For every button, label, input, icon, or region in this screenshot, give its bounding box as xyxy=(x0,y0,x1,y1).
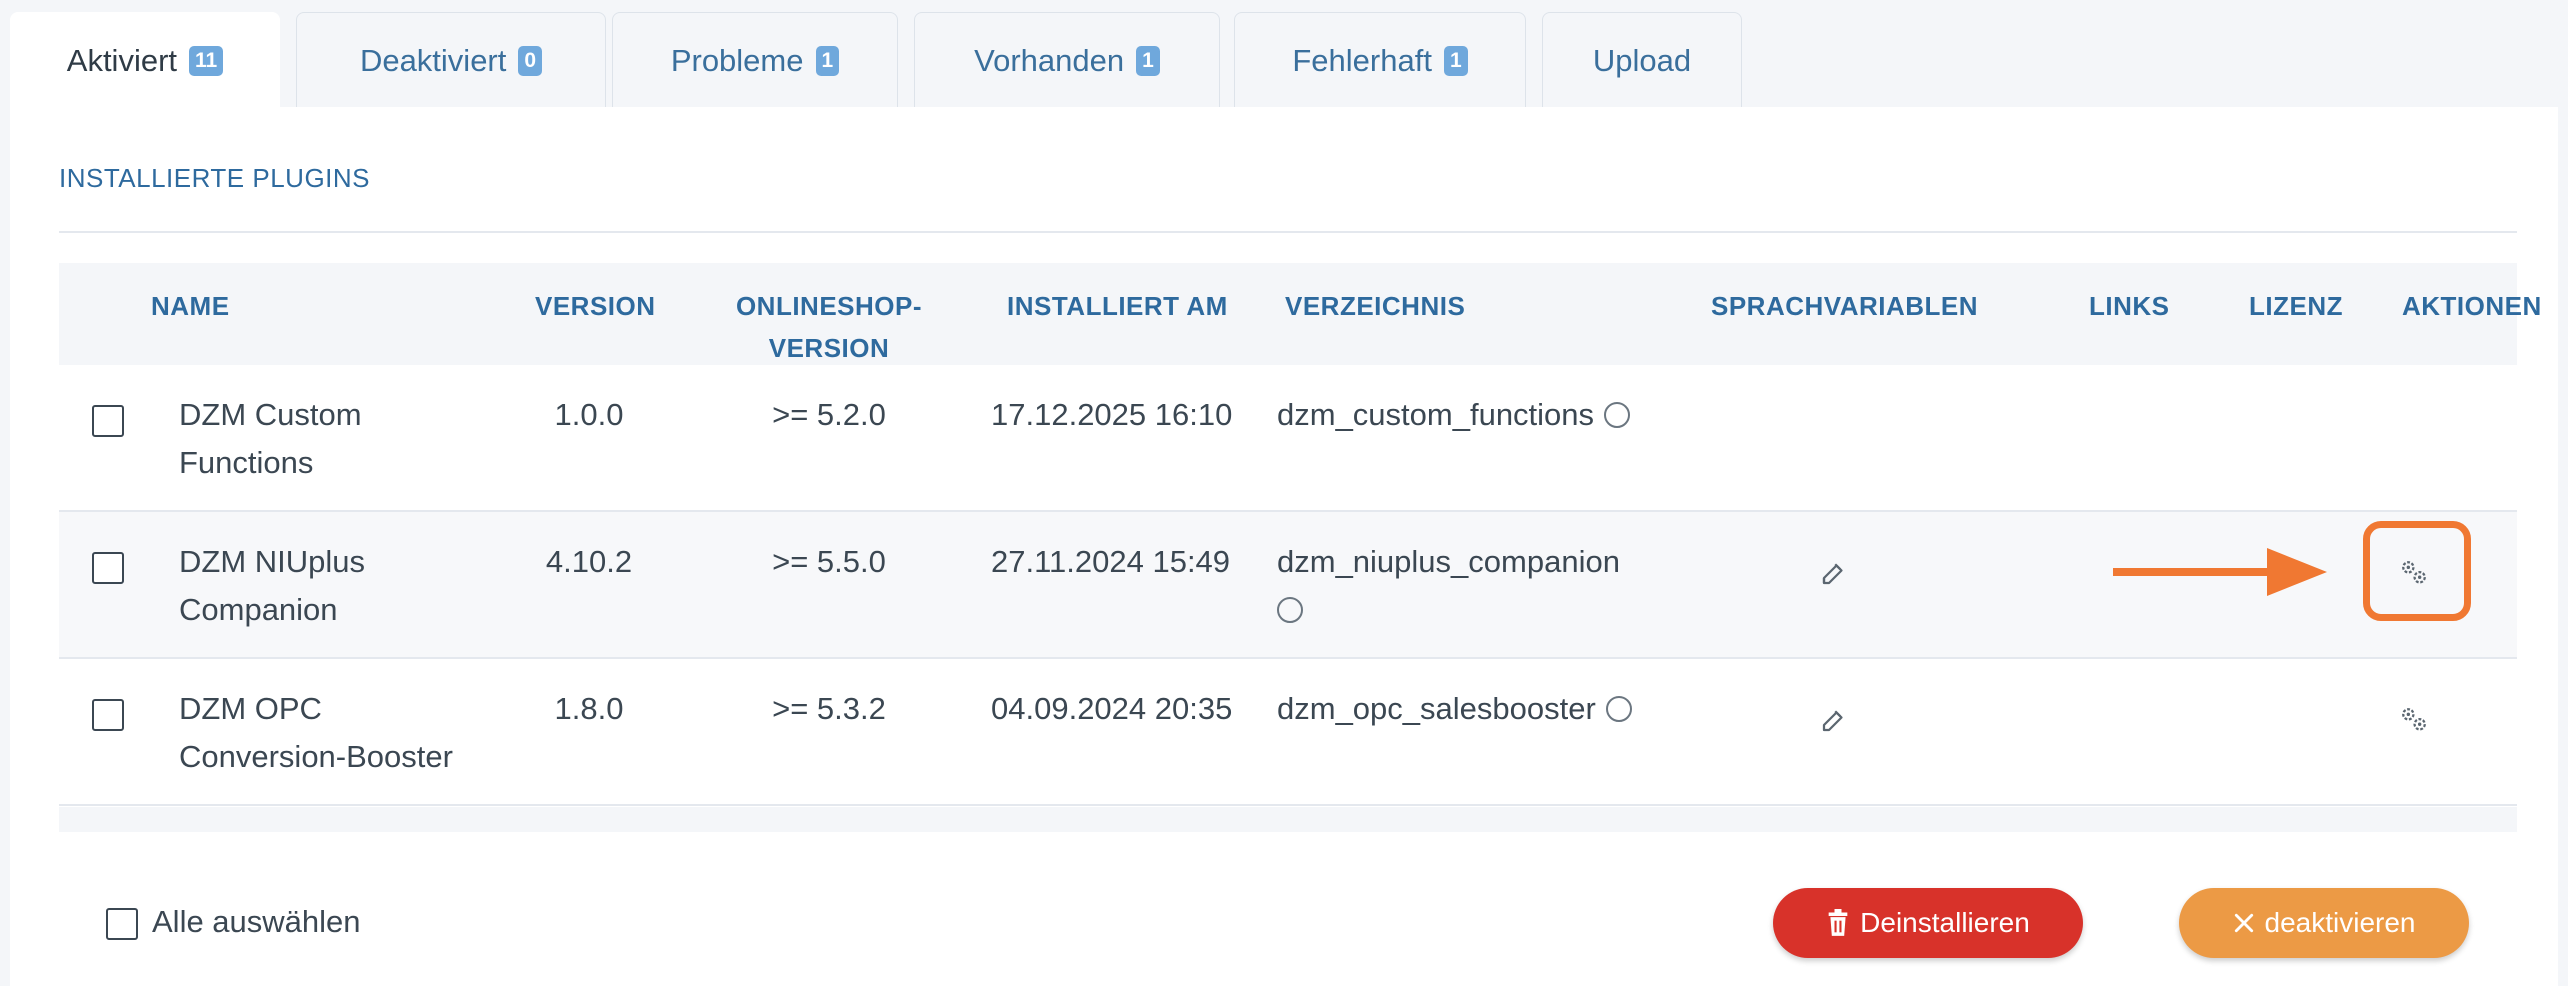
col-actions: AKTIONEN xyxy=(2402,291,2542,321)
plugin-version: 1.0.0 xyxy=(554,397,624,432)
count-badge: 1 xyxy=(1136,45,1160,76)
plugin-name: DZM OPC Conversion-Booster xyxy=(179,685,453,781)
plugin-directory: dzm_opc_salesbooster xyxy=(1277,685,1632,733)
installed-date: 27.11.2024 15:49 xyxy=(991,544,1231,579)
tab-label: Fehlerhaft xyxy=(1292,42,1432,78)
plugin-directory: dzm_niuplus_companion xyxy=(1277,538,1620,634)
count-badge: 0 xyxy=(518,45,543,76)
tab-label: Deaktiviert xyxy=(359,42,507,78)
plugin-name-line1: DZM OPC xyxy=(179,691,322,726)
plugin-version: 1.8.0 xyxy=(554,691,624,726)
plugin-name-line2: Conversion-Booster xyxy=(179,739,453,774)
col-directory: VERZEICHNIS xyxy=(1285,291,1466,321)
edit-icon[interactable] xyxy=(1819,705,1849,735)
col-license: LIZENZ xyxy=(2249,291,2343,321)
tab-probleme[interactable]: Probleme 1 xyxy=(612,12,898,108)
count-badge: 1 xyxy=(815,45,840,76)
count-badge: 11 xyxy=(189,45,224,76)
directory-text: dzm_opc_salesbooster xyxy=(1277,691,1596,726)
deactivate-button[interactable]: deaktivieren xyxy=(2179,888,2469,958)
col-shop-version-line2: VERSION xyxy=(768,333,890,363)
section-title: INSTALLIERTE PLUGINS xyxy=(59,163,371,193)
tab-label: Probleme xyxy=(670,42,804,78)
annotation-highlight-box xyxy=(2363,521,2471,621)
installed-date: 04.09.2024 20:35 xyxy=(991,691,1233,726)
count-badge: 1 xyxy=(1443,45,1468,76)
settings-gears-icon[interactable] xyxy=(2397,703,2431,737)
annotation-arrow xyxy=(2113,548,2327,596)
tab-fehlerhaft[interactable]: Fehlerhaft 1 xyxy=(1234,12,1526,108)
shop-version: >= 5.5.0 xyxy=(772,544,886,579)
tab-vorhanden[interactable]: Vorhanden 1 xyxy=(914,12,1220,108)
plugin-directory: dzm_custom_functions xyxy=(1277,391,1631,439)
select-all-checkbox[interactable] xyxy=(106,908,138,940)
table-row: DZM Custom Functions 1.0.0 >= 5.2.0 17.1… xyxy=(59,365,2517,512)
uninstall-button[interactable]: Deinstallieren xyxy=(1773,888,2083,958)
directory-radio[interactable] xyxy=(1605,696,1632,722)
table-header: NAME VERSION ONLINESHOP- VERSION INSTALL… xyxy=(59,263,2541,365)
table-row: DZM OPC Conversion-Booster 1.8.0 >= 5.3.… xyxy=(59,659,2517,806)
row-checkbox[interactable] xyxy=(92,405,124,437)
tab-label: Upload xyxy=(1592,42,1692,78)
divider xyxy=(59,231,2517,233)
plugin-name-line2: Functions xyxy=(179,445,314,480)
plugin-name-line1: DZM NIUplus xyxy=(179,544,366,579)
directory-radio[interactable] xyxy=(1277,597,1303,623)
close-icon xyxy=(2233,912,2255,934)
col-version: VERSION xyxy=(535,291,656,321)
col-shop-version: ONLINESHOP- VERSION xyxy=(729,285,929,369)
uninstall-label: Deinstallieren xyxy=(1860,907,2030,938)
col-shop-version-line1: ONLINESHOP- xyxy=(735,291,923,321)
deactivate-label: deaktivieren xyxy=(2264,907,2416,938)
trash-icon xyxy=(1826,909,1850,937)
plugin-name: DZM Custom Functions xyxy=(179,391,362,487)
directory-radio[interactable] xyxy=(1604,402,1631,428)
tab-label: Aktiviert xyxy=(66,42,178,78)
table-bottom-strip xyxy=(59,807,2517,832)
plugin-version: 4.10.2 xyxy=(545,544,633,579)
tab-deaktiviert[interactable]: Deaktiviert 0 xyxy=(296,12,606,108)
plugin-name-line1: DZM Custom xyxy=(179,397,362,432)
plugin-name: DZM NIUplus Companion xyxy=(179,538,365,634)
col-name: NAME xyxy=(151,291,230,321)
row-checkbox[interactable] xyxy=(92,699,124,731)
installed-date: 17.12.2025 16:10 xyxy=(991,397,1233,432)
directory-text: dzm_niuplus_companion xyxy=(1277,544,1620,579)
bulk-actions-footer: Alle auswählen Deinstallieren deaktivier… xyxy=(59,832,2517,986)
tab-aktiviert[interactable]: Aktiviert 11 xyxy=(10,12,280,108)
shop-version: >= 5.2.0 xyxy=(772,397,886,432)
tab-upload[interactable]: Upload xyxy=(1542,12,1742,108)
plugin-name-line2: Companion xyxy=(179,592,338,627)
tab-label: Vorhanden xyxy=(974,42,1125,78)
shop-version: >= 5.3.2 xyxy=(772,691,886,726)
col-installed: INSTALLIERT AM xyxy=(1007,291,1228,321)
directory-text: dzm_custom_functions xyxy=(1277,397,1595,432)
edit-icon[interactable] xyxy=(1819,558,1849,588)
col-links: LINKS xyxy=(2089,291,2170,321)
col-lang-vars: SPRACHVARIABLEN xyxy=(1711,291,1979,321)
row-checkbox[interactable] xyxy=(92,552,124,584)
select-all-label[interactable]: Alle auswählen xyxy=(152,904,361,940)
